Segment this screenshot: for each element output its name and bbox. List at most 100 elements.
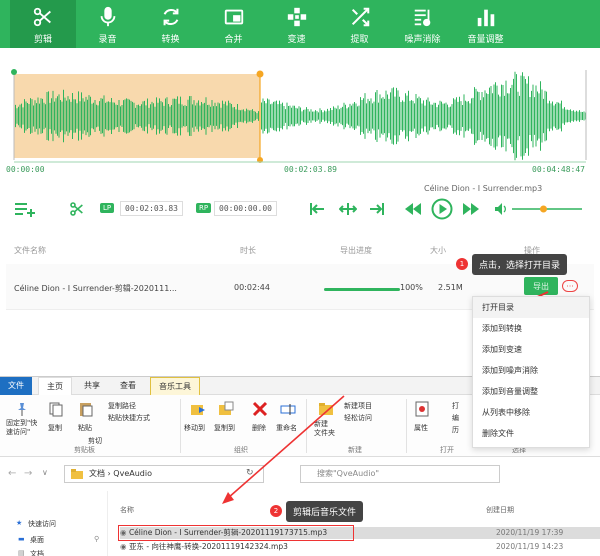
toolbar-item-volume[interactable]: 音量调整 bbox=[454, 0, 517, 48]
context-menu: 打开目录 添加到转换 添加到变速 添加到噪声消除 添加到音量调整 从列表中移除 … bbox=[472, 296, 590, 448]
tab-music-tools[interactable]: 音乐工具 bbox=[150, 377, 200, 395]
jump-start-button[interactable] bbox=[308, 200, 326, 218]
col-file-name: 文件名称 bbox=[14, 246, 46, 255]
callout-result-file: 剪辑后音乐文件 bbox=[286, 501, 364, 522]
cut-button[interactable] bbox=[68, 200, 86, 218]
menu-item-open-folder[interactable]: 打开目录 bbox=[473, 297, 589, 318]
toolbar-item-label: 转换 bbox=[161, 35, 180, 45]
waveform-canvas[interactable] bbox=[0, 48, 600, 180]
rename-button[interactable]: 重命名 bbox=[276, 423, 297, 433]
group-new: 新建 bbox=[348, 446, 362, 454]
ribbon-divider bbox=[306, 399, 307, 453]
open-button[interactable]: 打 bbox=[452, 401, 459, 411]
paste-shortcut-button[interactable]: 粘贴快捷方式 bbox=[108, 413, 150, 423]
col-name[interactable]: 名称 bbox=[120, 505, 134, 515]
menu-item-add-to-convert[interactable]: 添加到转换 bbox=[473, 318, 589, 339]
center-button[interactable] bbox=[338, 200, 358, 218]
back-arrow-icon[interactable]: ← bbox=[8, 468, 16, 479]
toolbar-item-extract[interactable]: 提取 bbox=[328, 0, 391, 48]
menu-item-delete-file[interactable]: 删除文件 bbox=[473, 423, 589, 444]
history-button[interactable]: 历 bbox=[452, 425, 459, 435]
add-file-button[interactable] bbox=[14, 200, 36, 218]
more-options-button[interactable]: ··· bbox=[562, 280, 578, 292]
time-end: 00:04:48:47 bbox=[532, 165, 585, 174]
selection-marker-top[interactable] bbox=[256, 70, 264, 78]
col-date[interactable]: 创建日期 bbox=[486, 505, 514, 515]
tab-file[interactable]: 文件 bbox=[0, 377, 32, 395]
copy-path-button[interactable]: 复制路径 bbox=[108, 401, 136, 411]
edit-button[interactable]: 编 bbox=[452, 413, 459, 423]
col-size: 大小 bbox=[430, 246, 446, 255]
easy-access-button[interactable]: 轻松访问 bbox=[344, 413, 372, 423]
breadcrumb-folder[interactable]: QveAudio bbox=[113, 469, 152, 478]
rp-time-field[interactable]: 00:00:00.00 bbox=[214, 201, 277, 216]
skip-to-end-icon bbox=[370, 203, 384, 215]
toolbar-item-label: 噪声消除 bbox=[404, 35, 441, 45]
toolbar-item-label: 变速 bbox=[287, 35, 306, 45]
tab-view[interactable]: 查看 bbox=[112, 377, 144, 395]
new-folder-button[interactable]: 新建 文件夹 bbox=[314, 420, 335, 438]
new-folder-icon bbox=[319, 403, 333, 415]
group-open: 打开 bbox=[440, 446, 454, 454]
export-button[interactable]: 导出 bbox=[524, 277, 558, 295]
volume-slider-knob[interactable] bbox=[540, 205, 547, 213]
rewind-button[interactable] bbox=[404, 200, 422, 218]
paste-button[interactable]: 粘贴 bbox=[78, 423, 92, 433]
address-bar[interactable]: 文档 › QveAudio bbox=[64, 465, 264, 483]
rename-icon bbox=[280, 404, 296, 415]
properties-button[interactable]: 属性 bbox=[414, 423, 428, 433]
menu-item-remove-from-list[interactable]: 从列表中移除 bbox=[473, 402, 589, 423]
search-placeholder: 搜索"QveAudio" bbox=[317, 469, 380, 478]
jump-end-button[interactable] bbox=[368, 200, 386, 218]
callout-result-file-text: 剪辑后音乐文件 bbox=[293, 508, 357, 518]
toolbar-item-speed[interactable]: 变速 bbox=[265, 0, 328, 48]
fast-forward-button[interactable] bbox=[462, 200, 480, 218]
volume-slider[interactable] bbox=[512, 205, 582, 213]
copy-to-button[interactable]: 复制到 bbox=[214, 423, 235, 433]
menu-item-add-to-noise[interactable]: 添加到噪声消除 bbox=[473, 360, 589, 381]
noise-icon bbox=[414, 9, 430, 27]
menu-item-add-to-speed[interactable]: 添加到变速 bbox=[473, 339, 589, 360]
toolbar-item-merge[interactable]: 合并 bbox=[202, 0, 265, 48]
tab-home[interactable]: 主页 bbox=[38, 377, 72, 395]
play-button[interactable] bbox=[430, 197, 454, 221]
star-icon: ★ bbox=[16, 519, 23, 527]
tab-share[interactable]: 共享 bbox=[76, 377, 108, 395]
move-to-button[interactable]: 移动到 bbox=[184, 423, 205, 433]
volume-button[interactable] bbox=[494, 201, 508, 217]
new-item-button[interactable]: 新建项目 bbox=[344, 401, 372, 411]
group-clipboard: 剪贴板 bbox=[74, 446, 95, 454]
rp-badge: RP bbox=[196, 203, 212, 213]
highlight-box bbox=[118, 525, 354, 541]
breadcrumb-root[interactable]: 文档 bbox=[89, 469, 105, 478]
nav-desktop[interactable]: 桌面 bbox=[30, 535, 44, 545]
copy-button[interactable]: 复制 bbox=[48, 423, 62, 433]
time-start: 00:00:00 bbox=[6, 165, 45, 174]
nav-documents[interactable]: 文档 bbox=[30, 549, 44, 556]
copy-icon bbox=[49, 402, 63, 417]
recent-chevron-icon[interactable]: ∨ bbox=[42, 468, 48, 477]
forward-arrow-icon[interactable]: → bbox=[24, 468, 32, 479]
toolbar-item-label: 录音 bbox=[98, 35, 117, 45]
toolbar-item-convert[interactable]: 转换 bbox=[139, 0, 202, 48]
pin-quick-access-button[interactable]: 固定到"快 速访问" bbox=[6, 419, 37, 437]
nav-quick-access[interactable]: 快速访问 bbox=[28, 519, 56, 529]
start-handle[interactable] bbox=[11, 69, 17, 75]
toolbar-item-noise[interactable]: 噪声消除 bbox=[391, 0, 454, 48]
delete-button[interactable]: 删除 bbox=[252, 423, 266, 433]
file-row-name: Céline Dion - I Surrender-剪辑-2020111... bbox=[14, 284, 177, 293]
toolbar-item-cut[interactable]: 剪辑 bbox=[10, 0, 76, 48]
lp-time-value: 00:02:03.83 bbox=[120, 201, 183, 216]
waveform-panel[interactable]: 00:00:00 00:02:03.89 00:04:48:47 bbox=[0, 48, 600, 180]
search-input[interactable]: 搜索"QveAudio" bbox=[300, 465, 500, 483]
lp-time-field[interactable]: 00:02:03.83 bbox=[120, 201, 183, 216]
menu-item-add-to-volume[interactable]: 添加到音量调整 bbox=[473, 381, 589, 402]
file-row-yadong[interactable]: ◉ 亚东 - 向往神鹰-转换-20201119142324.mp3 2020/1… bbox=[120, 541, 600, 553]
address-bar-row: ← → ∨ 文档 › QveAudio ↻ 搜索"QveAudio" bbox=[0, 461, 600, 487]
callout-open-folder-text: 点击，选择打开目录 bbox=[479, 261, 561, 271]
refresh-icon[interactable]: ↻ bbox=[246, 468, 254, 478]
toolbar-item-record[interactable]: 录音 bbox=[76, 0, 139, 48]
file-date: 2020/11/19 14:23 bbox=[496, 542, 564, 551]
export-progress-bar bbox=[324, 288, 400, 291]
volume-slider-track[interactable] bbox=[512, 205, 582, 213]
